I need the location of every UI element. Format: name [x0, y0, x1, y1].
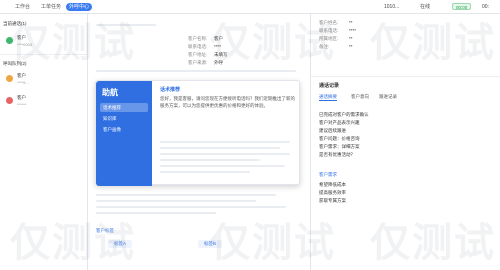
summary-line: 客户问题：价格咨询: [319, 136, 360, 141]
list-item-sub: ****5...: [17, 80, 29, 85]
need-line: 提高服务效率: [319, 190, 346, 195]
need-line: 获取专属方案: [319, 198, 346, 203]
menu-item[interactable]: 客户画像: [100, 125, 148, 134]
list-item-name: 客户: [17, 95, 26, 100]
menu-item[interactable]: 话术推荐: [100, 103, 148, 112]
tab-followup[interactable]: 跟进记录: [379, 94, 397, 100]
summary-line: 是否有优惠活动？: [319, 152, 355, 157]
watermark: 仅测试: [370, 21, 496, 65]
text-placeholder: [160, 147, 280, 149]
brand-logo: 助航: [102, 88, 118, 97]
watermark: 仅测试: [10, 221, 136, 265]
field-value: **: [349, 20, 353, 25]
summary-line: 建议后续跟进: [319, 128, 346, 133]
field-value: **: [349, 44, 353, 49]
popup-header: 话术推荐: [160, 87, 181, 93]
text-placeholder: [160, 153, 290, 155]
divider: [311, 76, 500, 77]
text-placeholder: [96, 70, 296, 72]
text-placeholder: [160, 159, 260, 161]
text-placeholder: [160, 165, 285, 167]
list-item-name: 客户: [17, 73, 26, 78]
text-placeholder: [96, 200, 256, 202]
list-item[interactable]: 客户 ****5...: [4, 72, 84, 86]
info-label: 联系电话:: [188, 44, 208, 49]
menu-item[interactable]: 知识库: [100, 114, 148, 123]
info-label: 客户名称:: [188, 36, 208, 41]
section-title: 通话记录: [319, 83, 340, 89]
summary-line: 客户需求：详细方案: [319, 144, 360, 149]
popup-sidebar: 助航 话术推荐 知识库 客户画像: [96, 81, 152, 186]
field-value: ****: [349, 28, 357, 33]
watermark: 仅测试: [370, 221, 496, 265]
info-label: 客户来源:: [188, 60, 208, 65]
text-placeholder: [160, 141, 290, 143]
avatar: [6, 75, 13, 82]
popup-paragraph: 您好，我是客服，请问您现在方便接听电话吗？我们近期推出了新的服务方案，可以为您提…: [160, 96, 295, 108]
watermark: 仅测试: [210, 21, 336, 65]
field-value: **: [349, 36, 353, 41]
watermark: 仅测试: [10, 21, 136, 65]
need-line: 希望降低成本: [319, 182, 346, 187]
avatar: [6, 97, 13, 104]
summary-line: 已完成对客户的需求确认: [319, 112, 369, 117]
assistant-popup: 助航 话术推荐 知识库 客户画像 话术推荐 您好，我是客服，请问您现在方便接听电…: [95, 80, 300, 186]
status-badge: 00:00: [452, 3, 472, 10]
tab-intent[interactable]: 客户意向: [351, 94, 369, 100]
list-item[interactable]: 客户 ******: [4, 94, 84, 108]
text-placeholder: [96, 206, 286, 208]
tab-summary[interactable]: 通话摘要: [319, 94, 337, 101]
subsection-title: 客户需求: [319, 172, 337, 177]
info-label: 客户地址:: [188, 52, 208, 57]
list-item-sub: ******: [17, 102, 27, 107]
summary-line: 客户对产品表示兴趣: [319, 120, 360, 125]
text-placeholder: [96, 194, 276, 196]
watermark: 仅测试: [210, 221, 336, 265]
text-placeholder: [160, 171, 250, 173]
